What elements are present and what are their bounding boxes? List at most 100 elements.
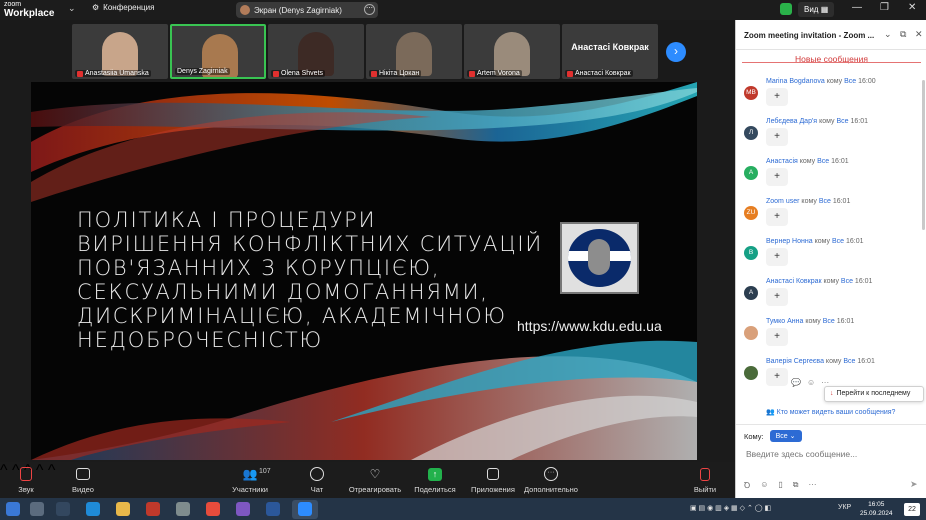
screen-share-indicator[interactable]: Экран (Denys Zagirniak) ⋯ (236, 2, 378, 18)
who-sees-label: Кто может видеть ваши сообщения? (776, 409, 896, 416)
screenshot-icon[interactable]: ⧉ (793, 480, 799, 491)
task-view-icon[interactable] (56, 502, 70, 516)
participant-tile[interactable]: Olena Shvets (268, 24, 364, 79)
sender-name[interactable]: Анастасія (766, 158, 798, 165)
chat-message: Тумко Анна кому Все 16:01 + (744, 318, 920, 354)
recipient-name[interactable]: Все (843, 358, 855, 365)
participant-tile[interactable]: Denys Zagirniak (170, 24, 266, 79)
emoji-icon[interactable]: ☺ (760, 480, 768, 491)
sender-name[interactable]: Валерія Сергеєва (766, 358, 824, 365)
participant-strip: Анастасі Ковкрак Анастасі Ковкрак Artem Vo… (0, 20, 735, 80)
restore-icon[interactable]: ❐ (880, 2, 889, 13)
message-time: 16:00 (858, 78, 876, 85)
recipient-name[interactable]: Все (836, 118, 848, 125)
chat-message: В Вернер Нонна кому Все 16:01 + (744, 238, 920, 274)
chevron-up-icon[interactable]: ^ (0, 462, 8, 479)
file-icon[interactable]: ▯ (778, 480, 782, 491)
message-time: 16:01 (857, 358, 875, 365)
message-time: 16:01 (854, 278, 873, 285)
shield-icon[interactable] (780, 3, 792, 15)
viber-icon[interactable] (236, 502, 250, 516)
file-explorer-icon[interactable] (116, 502, 130, 516)
to-word: кому (823, 278, 839, 285)
sender-name[interactable]: Marina Bogdanova (766, 78, 825, 85)
recipient-name[interactable]: Все (817, 158, 829, 165)
share-label: Поделиться (414, 485, 456, 494)
to-word: кому (826, 78, 843, 85)
sender-name[interactable]: Лебєдева Дар'я (766, 118, 817, 125)
word-icon[interactable] (266, 502, 280, 516)
university-logo (560, 222, 639, 294)
sender-name[interactable]: Zoom user (766, 198, 799, 205)
leave-icon (700, 467, 710, 481)
chat-message-input[interactable] (746, 447, 918, 461)
message-header: Анастасі Ковкрак кому Все 16:01 (766, 278, 872, 285)
chevron-down-icon[interactable]: ⌄ (68, 3, 76, 14)
participant-tile[interactable]: Anastasiia Umanska (72, 24, 168, 79)
video-button[interactable]: Видео (68, 466, 98, 494)
message-header: Marina Bogdanova кому Все 16:00 (766, 78, 876, 85)
message-time: 16:01 (832, 198, 851, 205)
leave-button[interactable]: Выйти (692, 466, 718, 494)
participant-tile[interactable]: Artem Vorona (464, 24, 560, 79)
message-header: Валерія Сергеєва кому Все 16:01 (766, 358, 875, 365)
message-text: + (766, 248, 788, 266)
chevron-up-icon[interactable]: ^ (48, 462, 56, 479)
recipient-name[interactable]: Все (819, 198, 831, 205)
send-icon[interactable]: ➤ (910, 479, 918, 490)
share-button[interactable]: ↑ Поделиться (413, 466, 457, 494)
message-text: + (766, 88, 788, 106)
close-icon[interactable]: ✕ (908, 2, 916, 13)
message-time: 16:01 (831, 158, 849, 165)
minimize-icon[interactable]: — (852, 2, 862, 13)
recipient-name[interactable]: Все (844, 78, 856, 85)
view-button[interactable]: Вид ▦ (798, 2, 835, 17)
language-indicator[interactable]: УКР (838, 504, 851, 511)
chat-label: Чат (310, 485, 324, 494)
chat-icon (310, 467, 324, 481)
edge-icon[interactable] (86, 502, 100, 516)
participant-name: Olena Shvets (271, 70, 326, 77)
popout-icon[interactable]: ⧉ (900, 29, 906, 40)
reply-icon[interactable]: 💬 (791, 378, 801, 387)
chat-button[interactable]: Чат (306, 466, 328, 494)
recipient-name[interactable]: Все (841, 278, 853, 285)
avatar: А (744, 166, 758, 180)
chevron-down-icon[interactable]: ⌄ (884, 29, 892, 40)
sender-name[interactable]: Вернер Нонна (766, 238, 813, 245)
recipient-name[interactable]: Все (832, 238, 844, 245)
recipient-row: Кому: Все ⌄ (744, 430, 802, 442)
start-icon[interactable] (6, 502, 20, 516)
notification-badge[interactable]: 22 (904, 503, 920, 516)
jump-to-latest-button[interactable]: ↓ Перейти к последнему (824, 386, 924, 402)
react-button[interactable]: ♡ Отреагировать (348, 466, 402, 494)
sender-name[interactable]: Анастасі Ковкрак (766, 278, 822, 285)
tray-icons[interactable]: ▣ ▤ ◉ ▥ ◈ ▦ ◇ ⌃ ◯ ◧ (690, 504, 771, 512)
close-icon[interactable]: ✕ (915, 29, 923, 40)
more-icon[interactable]: ⋯ (364, 4, 375, 15)
emoji-icon[interactable]: ☺ (807, 378, 815, 387)
recipient-name[interactable]: Все (823, 318, 835, 325)
participant-tile[interactable]: Нікіта Цокан (366, 24, 462, 79)
format-icon[interactable]: Ꝺ (744, 480, 750, 491)
search-icon[interactable] (30, 502, 44, 516)
message-text: + (766, 328, 788, 346)
conference-button[interactable]: ⚙ Конференция (92, 3, 154, 12)
next-page-button[interactable]: › (666, 42, 686, 62)
message-text: + (766, 128, 788, 146)
more-icon[interactable]: ··· (809, 480, 817, 491)
apps-button[interactable]: Приложения (468, 466, 518, 494)
who-can-see-link[interactable]: 👥 Кто может видеть ваши сообщения? (766, 408, 895, 416)
chat-scrollbar[interactable] (922, 80, 925, 230)
clock[interactable]: 16:05 25.09.2024 (860, 500, 893, 518)
sender-name[interactable]: Тумко Анна (766, 318, 803, 325)
app-icon[interactable] (146, 502, 160, 516)
to-word: кому (819, 118, 835, 125)
participant-tile[interactable]: Анастасі Ковкрак Анастасі Ковкрак (562, 24, 658, 79)
audio-button[interactable]: Звук (12, 466, 40, 494)
app-icon[interactable] (176, 502, 190, 516)
recipient-select[interactable]: Все ⌄ (769, 430, 802, 442)
chrome-icon[interactable] (206, 502, 220, 516)
more-button[interactable]: ··· Дополнительно (522, 466, 580, 494)
chat-message: MB Marina Bogdanova кому Все 16:00 + (744, 78, 920, 114)
